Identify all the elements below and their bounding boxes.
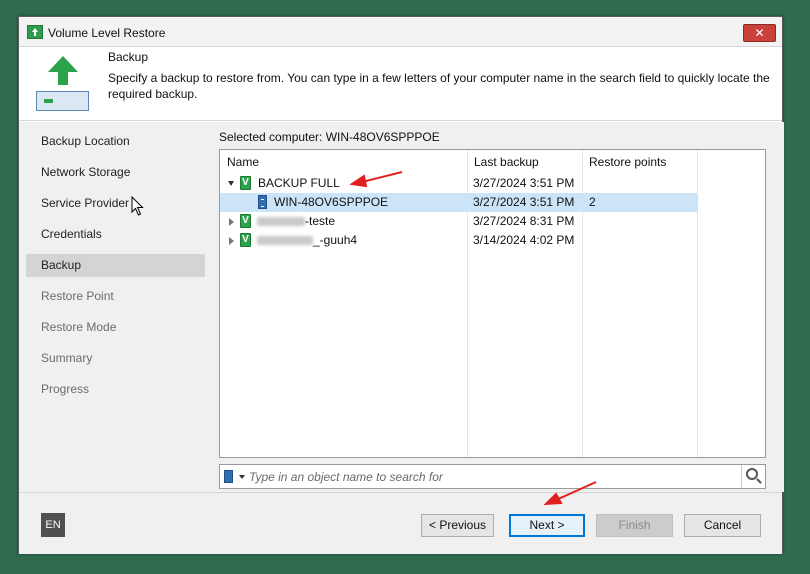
dropdown-caret-icon[interactable]: [239, 475, 245, 479]
row-restore-points: 2: [589, 195, 596, 209]
step-title: Backup: [108, 50, 149, 64]
language-indicator[interactable]: EN: [41, 513, 65, 537]
collapse-arrow-icon[interactable]: [228, 181, 234, 186]
finish-button: Finish: [596, 514, 673, 537]
row-last-backup: 3/27/2024 3:51 PM: [473, 176, 575, 190]
tree-row-guuh4[interactable]: V _-guuh4 3/14/2024 4:02 PM: [220, 231, 698, 250]
close-button[interactable]: ✕: [743, 24, 776, 42]
search-box[interactable]: [219, 464, 766, 489]
volume-level-restore-window: Volume Level Restore ✕ Backup Specify a …: [18, 16, 784, 554]
wizard-steps-sidebar: Backup Location Network Storage Service …: [19, 122, 219, 492]
tree-row-backup-full[interactable]: V BACKUP FULL 3/27/2024 3:51 PM: [220, 174, 698, 193]
search-input[interactable]: [249, 467, 729, 486]
sidebar-item-summary: Summary: [41, 351, 93, 365]
computer-backup-icon: [258, 195, 267, 209]
sidebar-item-backup[interactable]: Backup: [26, 254, 205, 277]
cancel-button[interactable]: Cancel: [684, 514, 761, 537]
wizard-header: Backup Specify a backup to restore from.…: [19, 47, 782, 121]
redacted-name: [257, 217, 305, 226]
row-last-backup: 3/14/2024 4:02 PM: [473, 233, 575, 247]
row-name: -teste: [305, 214, 336, 228]
sidebar-item-service-provider[interactable]: Service Provider: [26, 192, 205, 215]
expand-arrow-icon[interactable]: [229, 218, 234, 226]
row-name: _-guuh4: [313, 233, 358, 247]
row-last-backup: 3/27/2024 3:51 PM: [473, 195, 575, 209]
expand-arrow-icon[interactable]: [229, 237, 234, 245]
sidebar-item-credentials[interactable]: Credentials: [26, 223, 205, 246]
backup-job-icon: V: [240, 233, 251, 247]
sidebar-item-restore-mode: Restore Mode: [41, 320, 117, 334]
row-name: BACKUP FULL: [258, 176, 340, 190]
tree-row-teste[interactable]: V -teste 3/27/2024 8:31 PM: [220, 212, 698, 231]
row-last-backup: 3/27/2024 8:31 PM: [473, 214, 575, 228]
title-bar[interactable]: Volume Level Restore ✕: [19, 17, 782, 47]
backup-job-icon: V: [240, 214, 251, 228]
backup-job-icon: V: [240, 176, 251, 190]
restore-upload-icon: [36, 56, 90, 112]
backup-tree[interactable]: Name Last backup Restore points V BACKUP…: [219, 149, 766, 458]
sidebar-item-backup-location[interactable]: Backup Location: [26, 130, 205, 153]
backup-selection-panel: Selected computer: WIN-48OV6SPPPOE Name …: [219, 122, 784, 492]
tree-row-computer[interactable]: WIN-48OV6SPPPOE 3/27/2024 3:51 PM 2: [220, 193, 698, 212]
row-name: WIN-48OV6SPPPOE: [274, 195, 389, 209]
object-type-icon[interactable]: [224, 470, 233, 483]
mouse-pointer-icon: [131, 196, 144, 216]
step-description: Specify a backup to restore from. You ca…: [108, 71, 770, 101]
column-header-restore-points[interactable]: Restore points: [582, 150, 698, 174]
previous-button[interactable]: < Previous: [421, 514, 494, 537]
column-header-name[interactable]: Name: [220, 150, 467, 174]
search-icon[interactable]: [741, 465, 765, 488]
next-button[interactable]: Next >: [509, 514, 585, 537]
sidebar-item-network-storage[interactable]: Network Storage: [26, 161, 205, 184]
sidebar-item-progress: Progress: [41, 382, 90, 396]
redacted-name: [257, 236, 313, 245]
window-title: Volume Level Restore: [48, 26, 166, 40]
selected-computer-label: Selected computer: WIN-48OV6SPPPOE: [219, 130, 440, 144]
app-icon: [27, 25, 43, 39]
column-header-last-backup[interactable]: Last backup: [467, 150, 582, 174]
wizard-footer: EN < Previous Next > Finish Cancel: [19, 492, 782, 554]
sidebar-item-restore-point: Restore Point: [41, 289, 114, 303]
